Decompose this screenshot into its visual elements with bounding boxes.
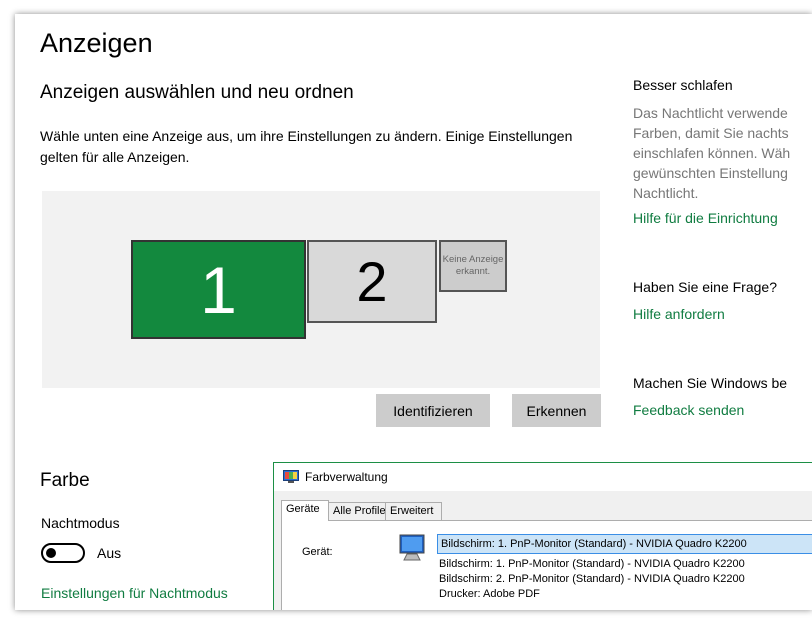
section-heading: Anzeigen auswählen und neu ordnen bbox=[40, 82, 354, 103]
get-help-link[interactable]: Hilfe anfordern bbox=[633, 306, 725, 322]
night-mode-toggle[interactable] bbox=[41, 543, 85, 563]
night-mode-settings-link[interactable]: Einstellungen für Nachtmodus bbox=[41, 585, 228, 601]
settings-window: Anzeigen Anzeigen auswählen und neu ordn… bbox=[15, 14, 812, 610]
monitor-color-icon bbox=[283, 470, 299, 483]
dialog-titlebar[interactable]: Farbverwaltung bbox=[274, 463, 812, 491]
color-management-dialog: Farbverwaltung Geräte Alle Profile Erwei… bbox=[273, 462, 812, 610]
display-arrangement-area: 1 2 Keine Anzeige erkannt. bbox=[42, 191, 600, 388]
dialog-title: Farbverwaltung bbox=[305, 470, 388, 484]
device-select[interactable]: Bildschirm: 1. PnP-Monitor (Standard) - … bbox=[437, 534, 812, 554]
sidebar-sleep-line: Das Nachtlicht verwende bbox=[633, 105, 788, 121]
night-mode-state: Aus bbox=[97, 545, 122, 561]
display-not-detected[interactable]: Keine Anzeige erkannt. bbox=[439, 240, 507, 292]
sidebar-feedback-heading: Machen Sie Windows be bbox=[633, 375, 788, 391]
sidebar-question-heading: Haben Sie eine Frage? bbox=[633, 279, 777, 295]
sidebar-sleep-line: einschlafen können. Wäh bbox=[633, 145, 791, 161]
detect-button[interactable]: Erkennen bbox=[512, 394, 601, 427]
identify-button[interactable]: Identifizieren bbox=[376, 394, 490, 427]
tab-advanced[interactable]: Erweitert bbox=[385, 502, 442, 520]
display-1[interactable]: 1 bbox=[131, 240, 306, 339]
sidebar-sleep-line: gewünschten Einstellung bbox=[633, 165, 788, 181]
device-option[interactable]: Bildschirm: 2. PnP-Monitor (Standard) - … bbox=[439, 573, 745, 585]
sidebar-sleep-heading: Besser schlafen bbox=[633, 77, 733, 93]
sidebar-sleep-line: Farben, damit Sie nachts bbox=[633, 125, 789, 141]
tab-all-profiles[interactable]: Alle Profile bbox=[328, 502, 386, 520]
devices-tab-panel: Gerät: Bildschirm: 1. PnP-Monitor (Stand… bbox=[281, 520, 812, 610]
sidebar-sleep-line: Nachtlicht. bbox=[633, 185, 699, 201]
device-option[interactable]: Drucker: Adobe PDF bbox=[439, 588, 540, 600]
page-title: Anzeigen bbox=[40, 28, 153, 58]
sidebar-sleep-text: Das Nachtlicht verwende Farben, damit Si… bbox=[633, 103, 812, 203]
monitor-icon bbox=[399, 534, 425, 561]
section-description: Wähle unten eine Anzeige aus, um ihre Ei… bbox=[40, 128, 573, 165]
tab-devices[interactable]: Geräte bbox=[281, 500, 329, 521]
color-heading: Farbe bbox=[40, 470, 90, 491]
display-2[interactable]: 2 bbox=[307, 240, 437, 323]
toggle-knob bbox=[46, 548, 56, 558]
setup-help-link[interactable]: Hilfe für die Einrichtung bbox=[633, 210, 778, 226]
device-option[interactable]: Bildschirm: 1. PnP-Monitor (Standard) - … bbox=[439, 558, 745, 570]
night-mode-label: Nachtmodus bbox=[41, 515, 120, 531]
device-label: Gerät: bbox=[302, 546, 333, 558]
dialog-body: Geräte Alle Profile Erweitert Gerät: Bil… bbox=[274, 491, 812, 610]
feedback-link[interactable]: Feedback senden bbox=[633, 402, 744, 418]
